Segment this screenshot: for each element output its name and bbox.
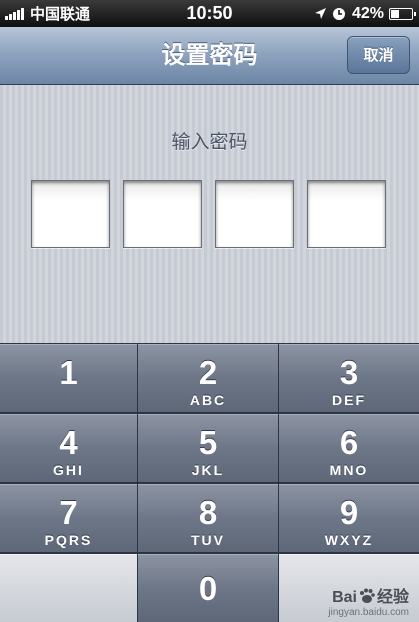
key-letters: TUV (191, 532, 225, 548)
key-digit: 3 (339, 354, 359, 391)
cancel-button[interactable]: 取消 (347, 36, 410, 74)
key-7[interactable]: 7 PQRS (0, 484, 137, 552)
key-letters: GHI (53, 462, 84, 478)
numeric-keypad: 1 2 ABC 3 DEF 4 GHI 5 JKL 6 MNO 7 PQRS 8… (0, 343, 419, 622)
baidu-paw-icon (359, 588, 375, 603)
key-8[interactable]: 8 TUV (138, 484, 278, 552)
delete-key[interactable]: Bai 经验 jingyan.baidu.com (279, 554, 419, 622)
watermark-url: jingyan.baidu.com (328, 607, 409, 618)
status-right: 42% (314, 0, 416, 27)
baidu-watermark: Bai 经验 jingyan.baidu.com (328, 583, 409, 618)
key-letters: DEF (332, 392, 366, 408)
key-digit: 1 (59, 354, 78, 391)
key-letters: ABC (189, 392, 227, 408)
key-digit: 8 (198, 494, 218, 531)
battery-icon (389, 7, 416, 20)
key-blank (0, 554, 137, 622)
key-6[interactable]: 6 MNO (279, 414, 419, 482)
key-3[interactable]: 3 DEF (279, 344, 419, 412)
key-letters: MNO (329, 462, 369, 478)
key-letters: PQRS (44, 532, 93, 548)
passcode-entry-area: 输入密码 (0, 85, 419, 343)
key-5[interactable]: 5 JKL (138, 414, 278, 482)
key-4[interactable]: 4 GHI (0, 414, 137, 482)
key-letters: JKL (191, 462, 225, 478)
key-digit: 5 (198, 424, 218, 461)
key-digit: 6 (339, 424, 359, 461)
key-1[interactable]: 1 (0, 344, 137, 412)
alarm-clock-icon (332, 7, 345, 20)
passcode-digit-box-2 (123, 180, 202, 248)
passcode-digit-box-1 (31, 180, 110, 248)
battery-percentage: 42% (351, 4, 384, 22)
watermark-brand-left: Bai (332, 589, 357, 606)
watermark-brand-right: 经验 (376, 589, 409, 606)
passcode-digit-box-3 (215, 180, 294, 248)
key-digit: 4 (59, 424, 78, 461)
key-digit: 0 (198, 570, 218, 607)
navigation-bar: 设置密码 取消 (0, 27, 419, 85)
key-9[interactable]: 9 WXYZ (279, 484, 419, 552)
key-digit: 2 (198, 354, 218, 391)
key-digit: 7 (59, 494, 78, 531)
watermark-brand: Bai 经验 (332, 588, 409, 606)
key-0[interactable]: 0 (138, 554, 278, 622)
passcode-digit-box-4 (307, 180, 386, 248)
key-2[interactable]: 2 ABC (138, 344, 278, 412)
status-bar: 中国联通 10:50 42% (0, 0, 419, 27)
passcode-prompt: 输入密码 (171, 131, 248, 153)
key-digit: 9 (339, 494, 359, 531)
key-letters: WXYZ (324, 532, 374, 548)
location-arrow-icon (314, 8, 326, 19)
